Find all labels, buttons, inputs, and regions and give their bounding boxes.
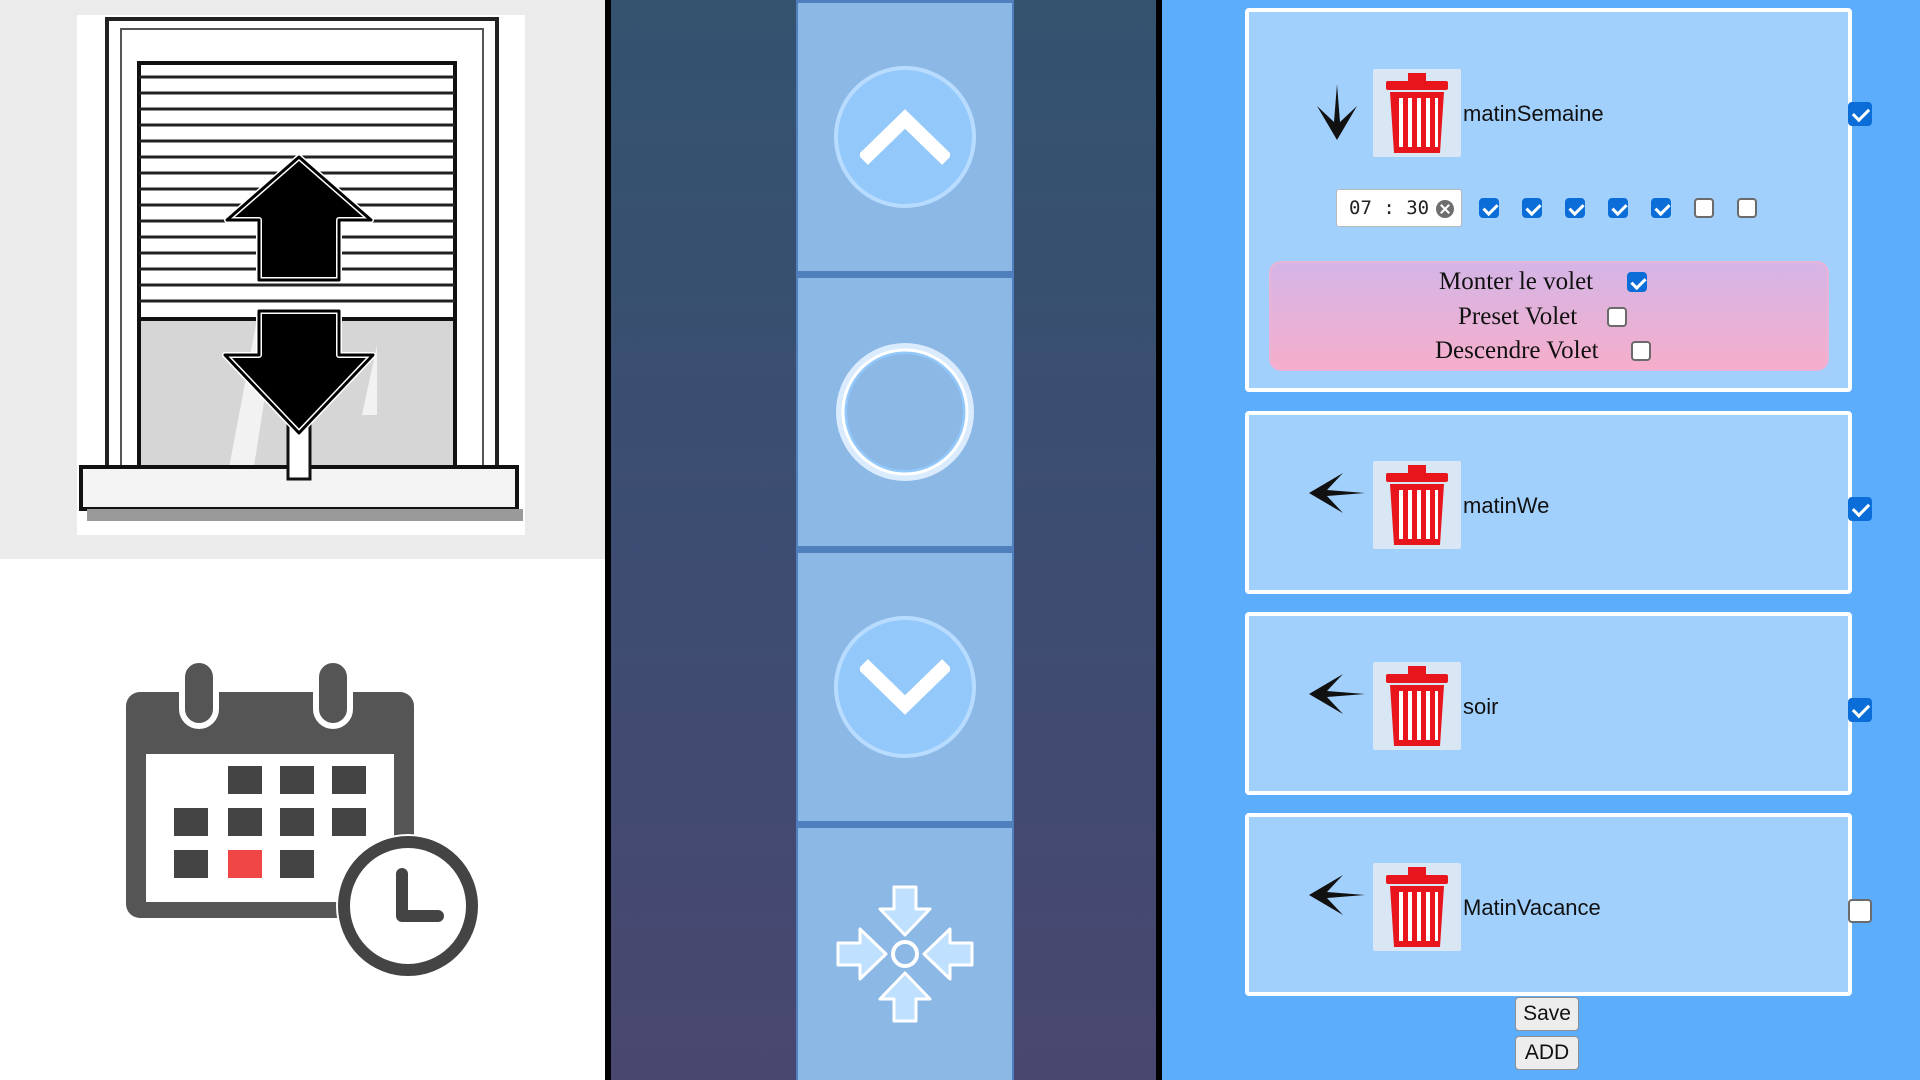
arrow-right-icon[interactable] — [1307, 664, 1367, 724]
schedule-enabled-checkbox[interactable] — [1848, 102, 1872, 126]
day-checkbox-5[interactable] — [1651, 198, 1671, 218]
schedule-tile[interactable] — [0, 559, 605, 1080]
clear-time-icon[interactable] — [1436, 200, 1454, 218]
schedule-panel: matinSemaine 07 : 30 Monter le volet Pre… — [1162, 0, 1920, 1080]
schedule-name: matinSemaine — [1463, 101, 1604, 126]
chevron-up-icon — [860, 109, 950, 165]
schedule-name: MatinVacance — [1463, 895, 1601, 920]
schedule-enabled-checkbox[interactable] — [1848, 698, 1872, 722]
schedule-actions-box: Monter le volet Preset Volet Descendre V… — [1269, 261, 1829, 371]
add-schedule-button[interactable]: ADD — [1515, 1036, 1579, 1070]
schedule-card-header: matinSemaine — [1249, 12, 1872, 195]
trash-icon — [1386, 73, 1448, 153]
trash-icon — [1386, 666, 1448, 746]
shutter-control-tile[interactable] — [0, 0, 605, 559]
action-row-preset: Preset Volet — [1271, 302, 1827, 332]
schedule-name: soir — [1463, 694, 1499, 719]
schedule-card: matinWe — [1245, 411, 1872, 594]
shutter-stop-button[interactable] — [798, 278, 1012, 546]
schedule-name: matinWe — [1463, 493, 1550, 518]
arrow-down-icon[interactable] — [1307, 82, 1367, 142]
stop-ring-icon — [836, 343, 974, 481]
day-checkbox-1[interactable] — [1479, 198, 1499, 218]
remote-panel — [611, 0, 1156, 1080]
window-shutter-updown-icon — [77, 15, 525, 535]
schedule-card: MatinVacance — [1245, 813, 1872, 996]
delete-schedule-button[interactable] — [1373, 662, 1461, 750]
delete-schedule-button[interactable] — [1373, 863, 1461, 951]
arrows-to-center-icon — [836, 885, 974, 1023]
time-value: 07 : 30 — [1349, 197, 1430, 219]
schedule-enabled-checkbox[interactable] — [1848, 899, 1872, 923]
schedule-card: soir — [1245, 612, 1872, 795]
trash-icon — [1386, 465, 1448, 545]
day-checkbox-4[interactable] — [1608, 198, 1628, 218]
delete-schedule-button[interactable] — [1373, 461, 1461, 549]
day-checkbox-6[interactable] — [1694, 198, 1714, 218]
up-button-circle — [834, 66, 976, 208]
action-lower-checkbox[interactable] — [1631, 341, 1651, 361]
action-label: Preset Volet — [1458, 303, 1578, 330]
arrow-right-icon[interactable] — [1307, 463, 1367, 523]
calendar-clock-icon — [126, 657, 480, 978]
remote-control-strip — [796, 0, 1014, 1080]
shutter-preset-button[interactable] — [798, 828, 1012, 1080]
action-label: Monter le volet — [1439, 268, 1594, 295]
action-raise-checkbox[interactable] — [1627, 272, 1647, 292]
action-row-lower: Descendre Volet — [1271, 337, 1827, 367]
trash-icon — [1386, 867, 1448, 947]
day-checkbox-7[interactable] — [1737, 198, 1757, 218]
schedule-card: matinSemaine 07 : 30 Monter le volet Pre… — [1245, 8, 1872, 392]
day-checkbox-2[interactable] — [1522, 198, 1542, 218]
save-button[interactable]: Save — [1515, 997, 1579, 1031]
day-checkbox-3[interactable] — [1565, 198, 1585, 218]
delete-schedule-button[interactable] — [1373, 69, 1461, 157]
shutter-down-button[interactable] — [798, 553, 1012, 821]
action-label: Descendre Volet — [1435, 337, 1599, 364]
schedule-enabled-checkbox[interactable] — [1848, 497, 1872, 521]
left-panel — [0, 0, 605, 1080]
arrow-right-icon[interactable] — [1307, 865, 1367, 925]
shutter-up-button[interactable] — [798, 3, 1012, 271]
action-row-raise: Monter le volet — [1271, 267, 1827, 297]
chevron-down-icon — [860, 659, 950, 715]
down-button-circle — [834, 616, 976, 758]
schedule-time-input[interactable]: 07 : 30 — [1336, 189, 1462, 227]
action-preset-checkbox[interactable] — [1607, 307, 1627, 327]
